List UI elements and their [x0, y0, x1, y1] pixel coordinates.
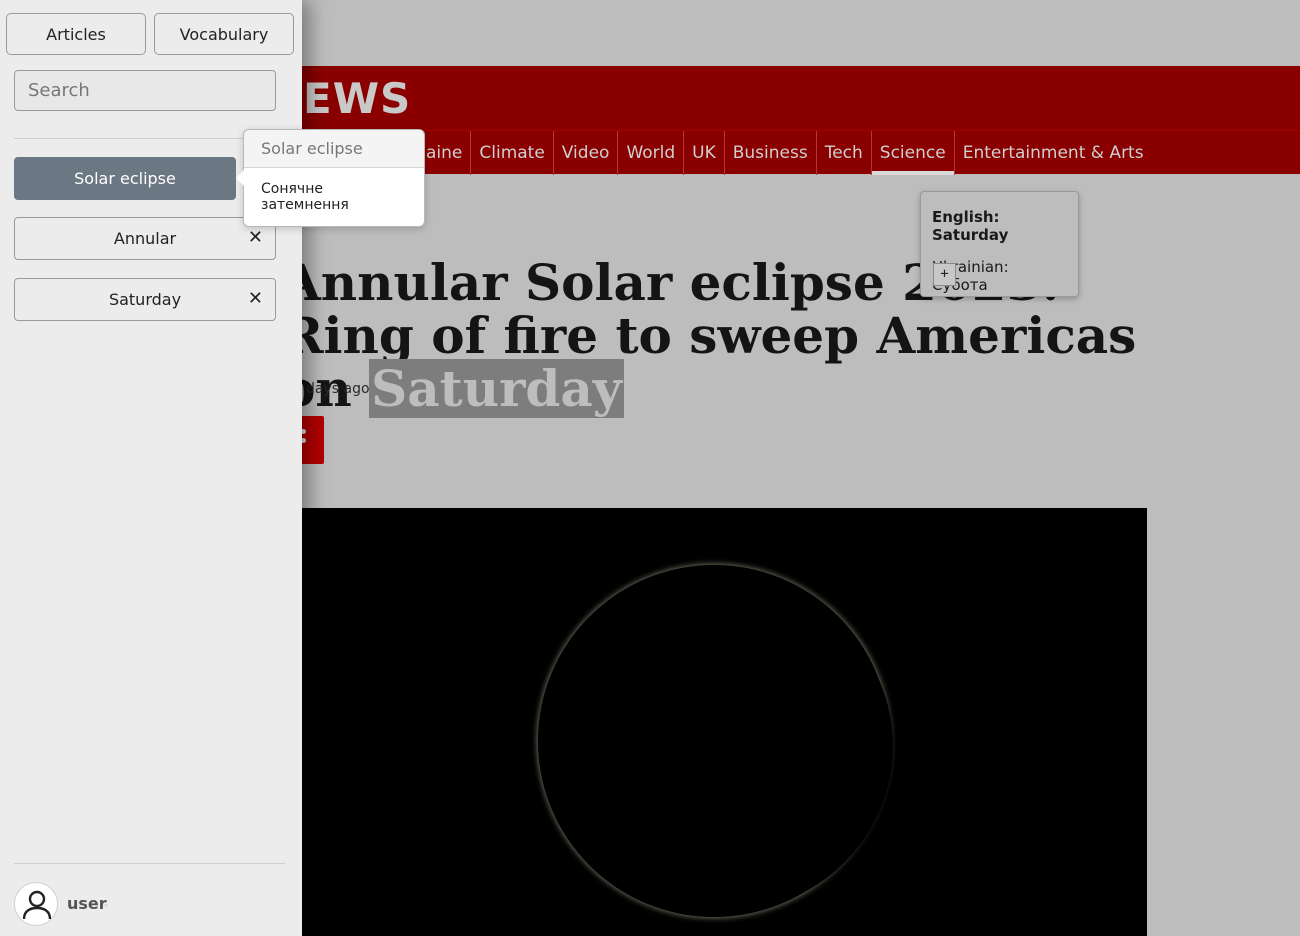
vocab-item-saturday[interactable]: Saturday ✕ [14, 278, 276, 321]
vocab-item-label: Saturday [108, 290, 182, 309]
tab-vocabulary[interactable]: Vocabulary [154, 13, 294, 55]
nav-item-science[interactable]: Science [870, 131, 954, 175]
highlighted-word[interactable]: Saturday [369, 359, 624, 418]
remove-icon[interactable]: ✕ [248, 228, 263, 248]
nav-item-ukraine[interactable]: aine [420, 131, 470, 175]
nav-item-tech[interactable]: Tech [815, 131, 871, 175]
remove-icon[interactable]: ✕ [248, 289, 263, 309]
nav-item-world[interactable]: World [617, 131, 683, 175]
tooltip-translation: Сонячне затемнення [261, 181, 349, 213]
vocab-item-annular[interactable]: Annular ✕ [14, 217, 276, 260]
username[interactable]: user [67, 894, 107, 913]
divider [14, 863, 285, 864]
popover-english: English: Saturday [932, 208, 1009, 244]
search-input[interactable]: Search [14, 70, 276, 111]
word-translation-popover: English: Saturday Ukrainian: Субота + [920, 191, 1079, 297]
vocab-item-label: Annular [113, 229, 177, 248]
divider [14, 138, 276, 139]
article-timestamp: days ago [306, 381, 370, 397]
site-logo[interactable]: EWS [303, 74, 411, 123]
nav-item-climate[interactable]: Climate [470, 131, 552, 175]
vocab-tooltip: Solar eclipse Сонячне затемнення [236, 129, 425, 227]
eclipse-moon [555, 580, 893, 912]
user-avatar-icon[interactable] [14, 882, 58, 926]
tooltip-term: Solar eclipse [244, 130, 424, 168]
add-word-button[interactable]: + [933, 263, 956, 286]
nav-item-uk[interactable]: UK [683, 131, 724, 175]
vocab-item-solar-eclipse[interactable]: Solar eclipse [14, 157, 236, 200]
vocab-item-label: Solar eclipse [74, 169, 176, 188]
nav-item-business[interactable]: Business [723, 131, 816, 175]
user-menu-caret-icon[interactable]: - [104, 898, 108, 911]
tab-articles[interactable]: Articles [6, 13, 146, 55]
hero-image [290, 508, 1147, 936]
nav-item-video[interactable]: Video [552, 131, 618, 175]
nav-item-entertainment-arts[interactable]: Entertainment & Arts [953, 131, 1152, 175]
